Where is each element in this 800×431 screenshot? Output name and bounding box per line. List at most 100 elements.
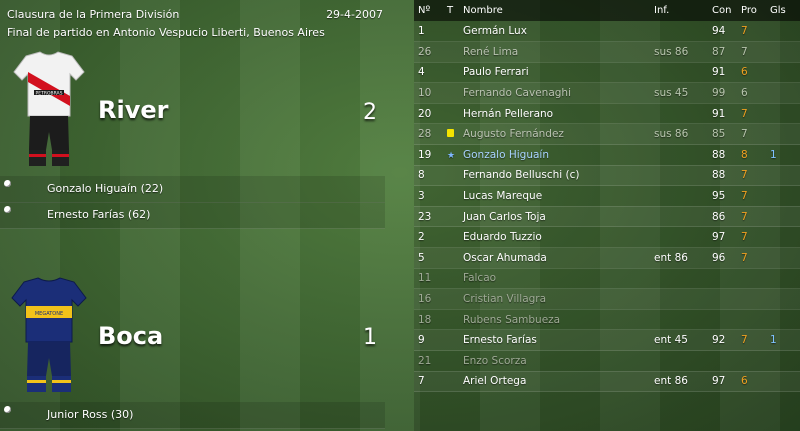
scorer-row: Ernesto Farías (62) [0, 202, 385, 229]
boca-kit-sponsor: MEGATONE [35, 311, 63, 317]
player-name: Falcao [463, 272, 497, 285]
column-header-pro[interactable]: Pro [737, 0, 766, 21]
player-condition: 91 [712, 66, 726, 79]
player-event [443, 227, 459, 248]
table-row[interactable]: 2 Eduardo Tuzzio 97 7 [414, 227, 800, 248]
player-event [443, 83, 459, 104]
player-number: 2 [418, 231, 425, 244]
player-number: 26 [418, 45, 432, 58]
player-name: Augusto Fernández [463, 128, 564, 141]
player-event [443, 103, 459, 124]
table-row[interactable]: 8 Fernando Belluschi (c) 88 7 [414, 165, 800, 186]
player-name: Juan Carlos Toja [463, 210, 546, 223]
table-row[interactable]: 26 René Lima sus 86 87 7 [414, 41, 800, 63]
player-info [650, 145, 708, 166]
player-number: 8 [418, 169, 425, 182]
scorer-row: Junior Ross (30) [0, 402, 385, 429]
player-event [443, 186, 459, 207]
player-rating: 7 [741, 210, 748, 223]
table-row[interactable]: 23 Juan Carlos Toja 86 7 [414, 206, 800, 227]
table-row[interactable]: 1 Germán Lux 94 7 [414, 21, 800, 42]
table-row[interactable]: 19 ★ Gonzalo Higuaín 88 8 1 [414, 145, 800, 166]
competition-title: Clausura de la Primera División [7, 8, 180, 21]
player-condition [708, 351, 737, 372]
column-header-t[interactable]: T [443, 0, 459, 21]
player-name: Paulo Ferrari [463, 66, 529, 79]
player-info: ent 86 [654, 251, 688, 264]
player-name: Gonzalo Higuaín [463, 148, 549, 161]
player-event [443, 165, 459, 186]
player-goals [766, 124, 800, 145]
player-rating [737, 351, 766, 372]
player-event [443, 268, 459, 289]
player-event [443, 21, 459, 42]
column-header-con[interactable]: Con [708, 0, 737, 21]
player-number: 21 [418, 354, 432, 367]
table-row[interactable]: 21 Enzo Scorza [414, 351, 800, 372]
player-goals [766, 206, 800, 227]
column-header-number[interactable]: Nº [414, 0, 443, 21]
player-event [443, 309, 459, 330]
player-info [650, 351, 708, 372]
column-header-gls[interactable]: Gls [766, 0, 800, 21]
player-number: 18 [418, 313, 432, 326]
player-goals [766, 165, 800, 186]
player-number: 3 [418, 190, 425, 203]
table-row[interactable]: 16 Cristian Villagra [414, 288, 800, 310]
player-event [443, 330, 459, 351]
player-condition: 85 [712, 128, 726, 141]
table-row[interactable]: 7 Ariel Ortega ent 86 97 6 [414, 371, 800, 392]
player-event [443, 62, 459, 83]
table-row[interactable]: 10 Fernando Cavenaghi sus 45 99 6 [414, 82, 800, 104]
home-team-score: 2 [363, 100, 377, 125]
player-ratings-panel: Nº T Nombre Inf. Con Pro Gls 1 Germán Lux… [414, 0, 800, 431]
player-number: 11 [418, 272, 432, 285]
away-team-score: 1 [363, 325, 377, 350]
player-goals: 1 [770, 334, 777, 347]
player-name: Fernando Belluschi (c) [463, 169, 580, 182]
table-row[interactable]: 4 Paulo Ferrari 91 6 [414, 62, 800, 83]
player-goals [766, 309, 800, 330]
column-header-name[interactable]: Nombre [459, 0, 650, 21]
table-row[interactable]: 20 Hernán Pellerano 91 7 [414, 103, 800, 124]
venue-line: Final de partido en Antonio Vespucio Lib… [7, 26, 325, 39]
player-rating: 7 [741, 251, 748, 264]
table-header: Nº T Nombre Inf. Con Pro Gls [414, 0, 800, 21]
player-goals [766, 83, 800, 104]
table-row[interactable]: 3 Lucas Mareque 95 7 [414, 186, 800, 207]
player-goals [766, 21, 800, 42]
player-goals: 1 [770, 148, 777, 161]
player-number: 23 [418, 210, 432, 223]
player-condition: 91 [712, 107, 726, 120]
player-goals [766, 62, 800, 83]
player-info [650, 62, 708, 83]
player-condition: 88 [712, 169, 726, 182]
match-date: 29-4-2007 [326, 8, 383, 21]
scorer-name: Junior Ross (30) [47, 408, 134, 421]
player-rating [737, 268, 766, 289]
table-row[interactable]: 18 Rubens Sambueza [414, 309, 800, 330]
player-info [650, 289, 708, 310]
player-event [443, 371, 459, 392]
player-rating: 7 [741, 190, 748, 203]
player-number: 9 [418, 334, 425, 347]
table-row[interactable]: 9 Ernesto Farías ent 45 92 7 1 [414, 329, 800, 351]
player-condition: 87 [712, 45, 726, 58]
player-info [650, 21, 708, 42]
player-event [443, 42, 459, 63]
home-team-name: River [98, 96, 169, 124]
player-rating: 6 [741, 66, 748, 79]
table-row[interactable]: 5 Oscar Ahumada ent 86 96 7 [414, 247, 800, 269]
player-name: René Lima [463, 45, 519, 58]
player-condition: 97 [712, 231, 726, 244]
table-row[interactable]: 11 Falcao [414, 268, 800, 289]
player-rating: 7 [741, 169, 748, 182]
table-row[interactable]: 28 Augusto Fernández sus 86 85 7 [414, 123, 800, 145]
player-name: Enzo Scorza [463, 354, 527, 367]
away-team-name: Boca [98, 322, 164, 350]
column-header-inf[interactable]: Inf. [650, 0, 708, 21]
player-condition: 96 [712, 251, 726, 264]
player-ratings-table: Nº T Nombre Inf. Con Pro Gls 1 Germán Lux… [414, 0, 800, 392]
player-condition: 94 [712, 25, 726, 38]
player-event [443, 351, 459, 372]
